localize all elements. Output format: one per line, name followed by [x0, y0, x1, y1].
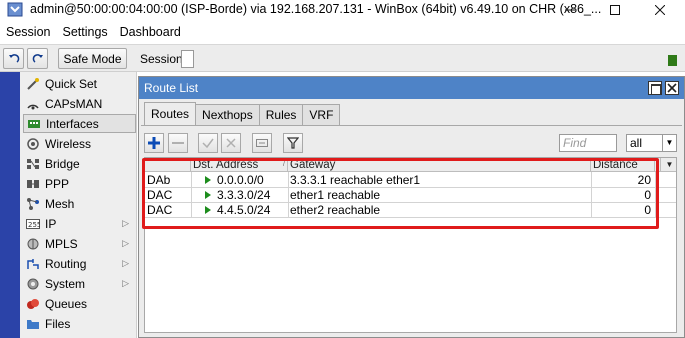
check-icon — [202, 138, 214, 149]
window-title: admin@50:00:00:04:00:00 (ISP-Borde) via … — [30, 2, 602, 16]
comment-route-button[interactable] — [252, 133, 272, 153]
route-list-tabs: Routes Nexthops Rules VRF — [144, 102, 341, 125]
menu-session[interactable]: Session — [0, 25, 56, 39]
sidebar-item-label: Bridge — [45, 156, 80, 171]
menu-bar: Session Settings Dashboard — [0, 22, 685, 42]
sidebar-item-ppp[interactable]: PPP — [23, 174, 136, 193]
sidebar-item-quick-set[interactable]: Quick Set — [23, 74, 136, 93]
sidebar-item-label: IP — [45, 216, 57, 231]
winbox-icon — [7, 2, 23, 17]
disable-route-button[interactable] — [221, 133, 241, 153]
submenu-arrow-icon: ▷ — [122, 258, 129, 268]
close-icon — [655, 5, 665, 15]
minimize-icon — [565, 9, 575, 11]
filter-select-value: all — [630, 136, 643, 150]
sidebar-item-label: CAPsMAN — [45, 96, 103, 111]
close-icon — [667, 83, 677, 93]
route-list-title-bar[interactable]: Route List — [139, 77, 684, 99]
queues-icon — [26, 297, 40, 311]
sidebar-item-ip[interactable]: 255 IP ▷ — [23, 214, 136, 233]
tab-rules[interactable]: Rules — [258, 104, 304, 125]
close-button[interactable] — [638, 0, 682, 20]
route-list-title: Route List — [144, 81, 199, 95]
wireless-icon — [26, 137, 40, 151]
chevron-down-icon: ▼ — [665, 160, 674, 169]
connection-status-indicator — [668, 55, 677, 66]
chevron-down-icon: ▼ — [662, 135, 676, 151]
safe-mode-button[interactable]: Safe Mode — [58, 48, 127, 69]
svg-text:255: 255 — [28, 221, 40, 229]
sidebar-item-wireless[interactable]: Wireless — [23, 134, 136, 153]
enable-route-button[interactable] — [198, 133, 218, 153]
sidebar-item-label: Files — [45, 316, 71, 331]
main-toolbar: Safe Mode Session: — [0, 44, 685, 72]
sidebar-item-label: Quick Set — [45, 76, 98, 91]
title-bar: admin@50:00:00:04:00:00 (ISP-Borde) via … — [0, 0, 685, 20]
highlight-annotation — [142, 158, 659, 229]
menu-settings[interactable]: Settings — [56, 25, 113, 39]
folder-icon — [26, 317, 40, 331]
filter-select[interactable]: all ▼ — [626, 134, 677, 152]
gear-icon — [26, 277, 40, 291]
submenu-arrow-icon: ▷ — [122, 238, 129, 248]
find-input[interactable]: Find — [559, 134, 617, 152]
route-list-close-button[interactable] — [665, 81, 679, 95]
bridge-icon — [26, 157, 40, 171]
sidebar-item-routing[interactable]: Routing ▷ — [23, 254, 136, 273]
maximize-button[interactable] — [593, 0, 637, 20]
sidebar: Quick Set CAPsMAN Interfaces Wireless Br… — [20, 72, 137, 338]
interfaces-icon — [27, 117, 41, 131]
tab-routes[interactable]: Routes — [144, 102, 197, 125]
filter-icon — [287, 137, 299, 149]
sidebar-item-interfaces[interactable]: Interfaces — [23, 114, 136, 133]
sidebar-item-label: Mesh — [45, 196, 75, 211]
capsman-icon — [26, 97, 40, 111]
sidebar-item-label: Wireless — [45, 136, 92, 151]
tab-nexthops[interactable]: Nexthops — [195, 104, 260, 125]
remove-route-button[interactable] — [168, 133, 188, 153]
sidebar-item-system[interactable]: System ▷ — [23, 274, 136, 293]
sidebar-item-label: MPLS — [45, 236, 78, 251]
sidebar-item-capsman[interactable]: CAPsMAN — [23, 94, 136, 113]
session-field[interactable] — [181, 50, 194, 68]
sidebar-item-files[interactable]: Files — [23, 314, 136, 333]
ppp-icon — [26, 177, 40, 191]
wand-icon — [26, 77, 40, 91]
restore-button[interactable] — [648, 81, 662, 95]
minimize-button[interactable] — [548, 0, 592, 20]
add-route-button[interactable] — [144, 133, 164, 153]
mpls-icon — [26, 237, 40, 251]
sidebar-item-mpls[interactable]: MPLS ▷ — [23, 234, 136, 253]
comment-icon — [256, 139, 268, 147]
redo-button[interactable] — [27, 48, 48, 69]
minus-icon — [172, 142, 184, 144]
sidebar-item-label: System — [45, 276, 86, 291]
routing-icon — [26, 257, 40, 271]
mesh-icon — [26, 197, 40, 211]
ip-icon: 255 — [26, 217, 40, 231]
tab-divider — [141, 125, 682, 126]
sidebar-item-label: Interfaces — [46, 116, 99, 131]
undo-button[interactable] — [3, 48, 24, 69]
sidebar-item-mesh[interactable]: Mesh — [23, 194, 136, 213]
columns-menu-button[interactable]: ▼ — [661, 158, 676, 172]
cross-icon — [226, 138, 236, 148]
redo-icon — [32, 53, 43, 63]
sidebar-item-label: Routing — [45, 256, 87, 271]
tab-vrf[interactable]: VRF — [302, 104, 341, 125]
undo-icon — [8, 53, 19, 63]
plus-icon — [148, 137, 160, 149]
filter-button[interactable] — [283, 133, 303, 153]
submenu-arrow-icon: ▷ — [122, 218, 129, 228]
submenu-arrow-icon: ▷ — [122, 278, 129, 288]
menu-dashboard[interactable]: Dashboard — [114, 25, 187, 39]
maximize-icon — [610, 5, 620, 15]
sidebar-band — [0, 72, 20, 338]
sidebar-item-label: PPP — [45, 176, 70, 191]
sidebar-item-queues[interactable]: Queues — [23, 294, 136, 313]
sidebar-item-label: Queues — [45, 296, 88, 311]
session-label: Session: — [140, 52, 187, 66]
sidebar-item-bridge[interactable]: Bridge — [23, 154, 136, 173]
